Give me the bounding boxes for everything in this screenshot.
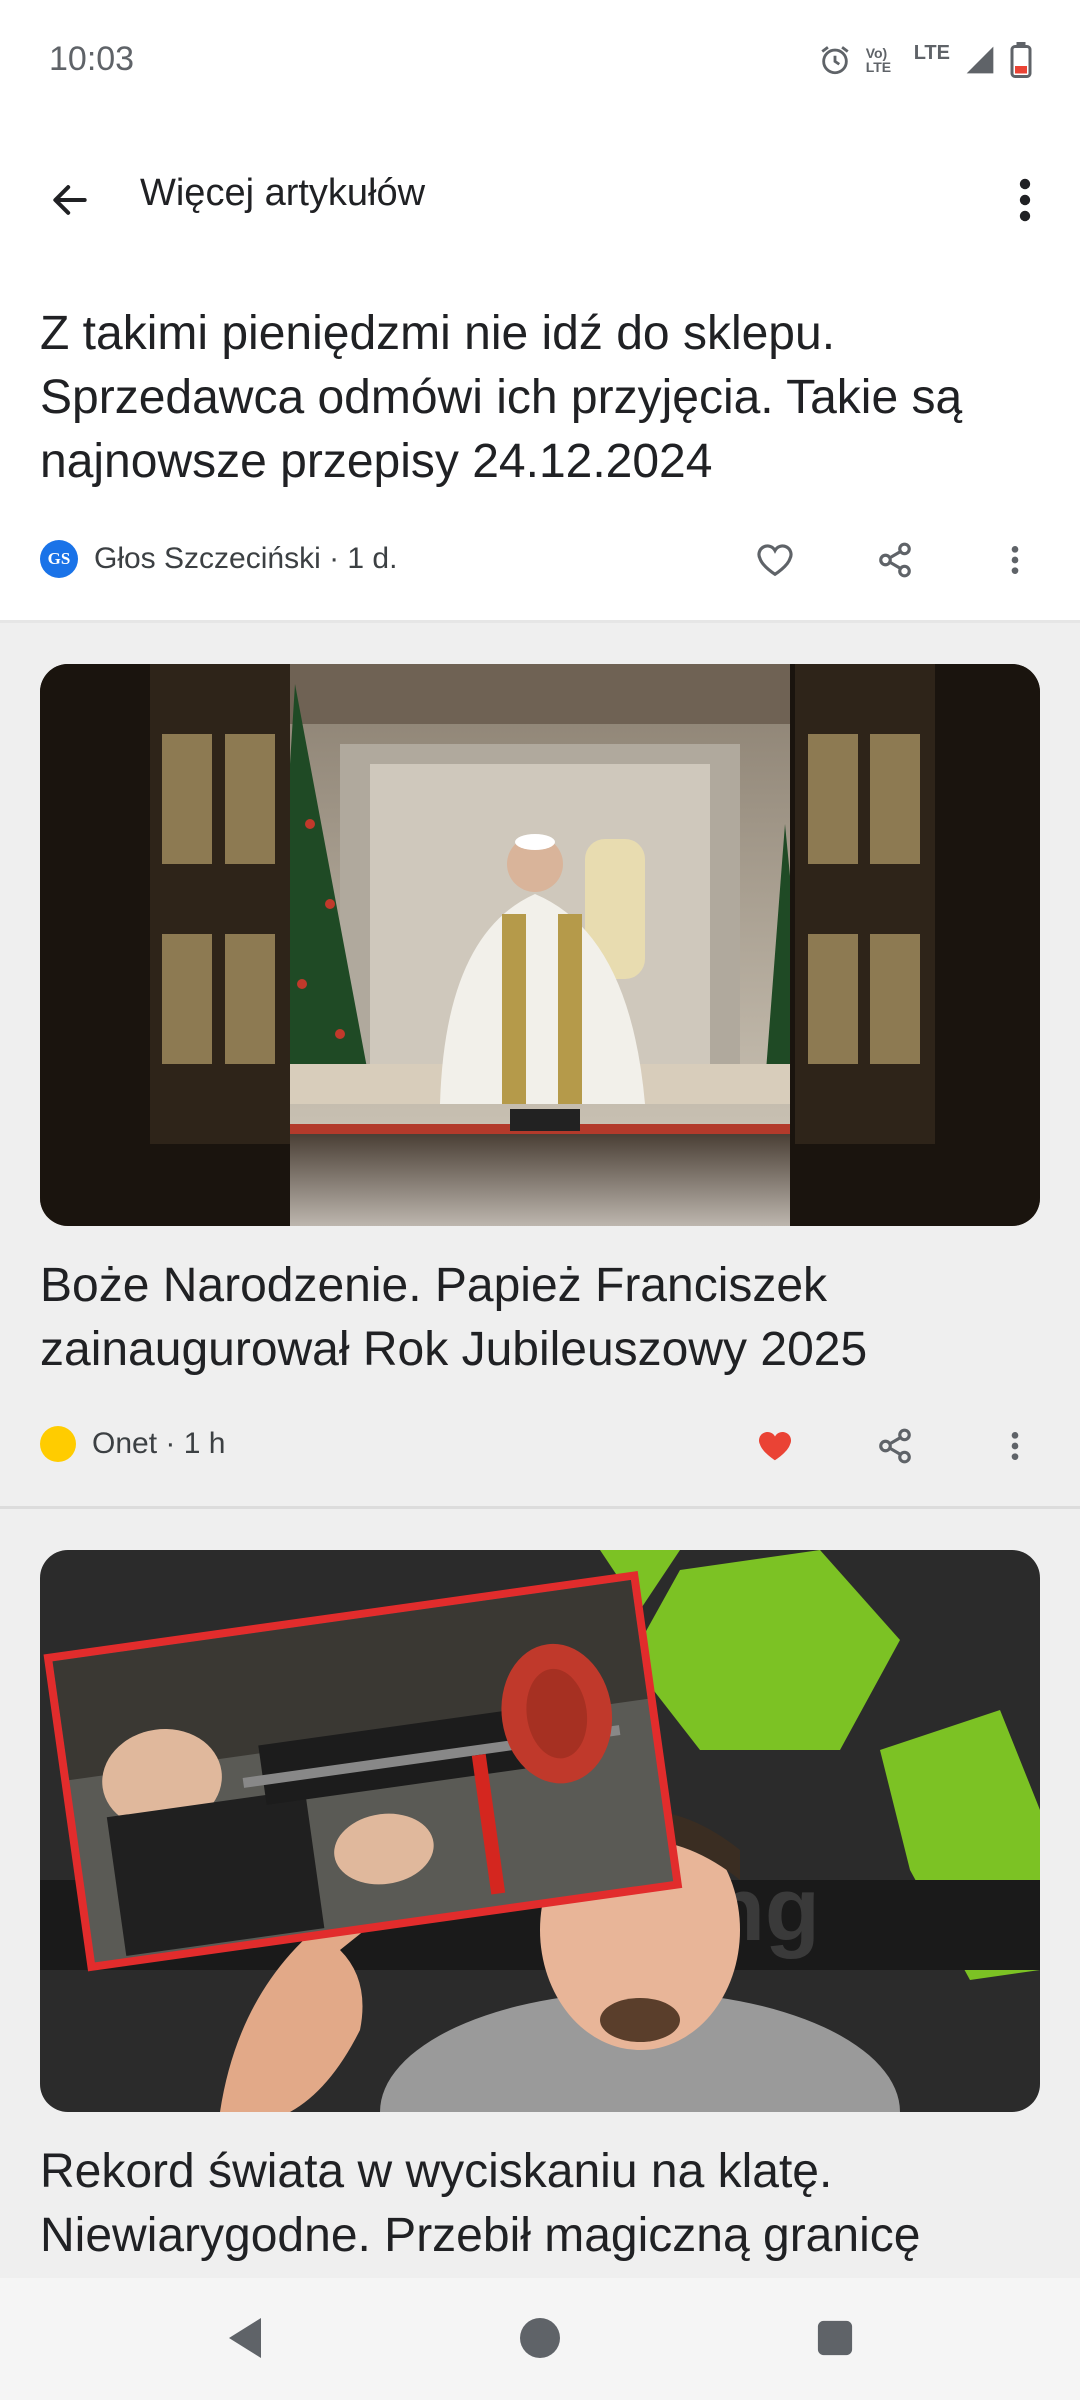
heart-outline-icon — [757, 544, 793, 577]
status-time: 10:03 — [49, 40, 135, 78]
article-headline[interactable]: Boże Narodzenie. Papież Franciszek zaina… — [40, 1254, 1040, 1382]
share-icon — [879, 542, 911, 578]
article-headline[interactable]: Z takimi pieniędzmi nie idź do sklepu. S… — [40, 302, 1040, 494]
like-button[interactable] — [740, 530, 810, 590]
battery-icon — [1010, 42, 1032, 78]
article-meta: Onet · 1 h — [40, 1426, 225, 1462]
article-image[interactable] — [40, 664, 1040, 1226]
share-button[interactable] — [860, 1416, 930, 1476]
divider — [0, 1506, 1080, 1509]
powerlifter-photo: ifting — [40, 1550, 1040, 2112]
article-more-button[interactable] — [990, 530, 1040, 590]
alarm-icon — [821, 46, 849, 75]
more-vert-icon — [1011, 1432, 1019, 1460]
arrow-left-icon — [53, 185, 87, 215]
nav-back-button[interactable] — [200, 2298, 290, 2378]
article-headline[interactable]: Rekord świata w wyciskaniu na klatę. Nie… — [40, 2140, 1040, 2278]
system-nav-bar — [0, 2278, 1080, 2400]
pope-photo — [40, 664, 1040, 1226]
lte-label: LTE — [913, 41, 950, 64]
onet-logo-icon — [40, 1426, 76, 1462]
page-title: Więcej artykułów — [140, 172, 426, 214]
like-button[interactable] — [740, 1416, 810, 1476]
back-triangle-icon — [229, 2318, 261, 2358]
status-icons: Vo) LTE LTE — [818, 40, 1032, 80]
more-vert-icon — [1011, 546, 1019, 574]
share-button[interactable] — [860, 530, 930, 590]
recents-square-icon — [817, 2320, 853, 2356]
nav-home-button[interactable] — [495, 2298, 585, 2378]
lte-signal-icon — [966, 46, 994, 74]
article-meta: GS Głos Szczeciński · 1 d. — [40, 540, 397, 578]
source-logo: GS — [40, 540, 78, 578]
volte-icon: Vo) LTE — [865, 45, 892, 75]
article-more-button[interactable] — [990, 1416, 1040, 1476]
share-icon — [879, 1428, 911, 1464]
nav-recents-button[interactable] — [790, 2298, 880, 2378]
article-image[interactable]: ifting — [40, 1550, 1040, 2112]
article-source[interactable]: Głos Szczeciński · 1 d. — [94, 542, 397, 576]
heart-filled-icon — [758, 1431, 792, 1461]
home-circle-icon — [520, 2318, 560, 2358]
article-source[interactable]: Onet · 1 h — [92, 1427, 225, 1461]
more-vert-icon — [1019, 178, 1031, 222]
more-options-button[interactable] — [990, 160, 1060, 240]
back-button[interactable] — [30, 160, 110, 240]
